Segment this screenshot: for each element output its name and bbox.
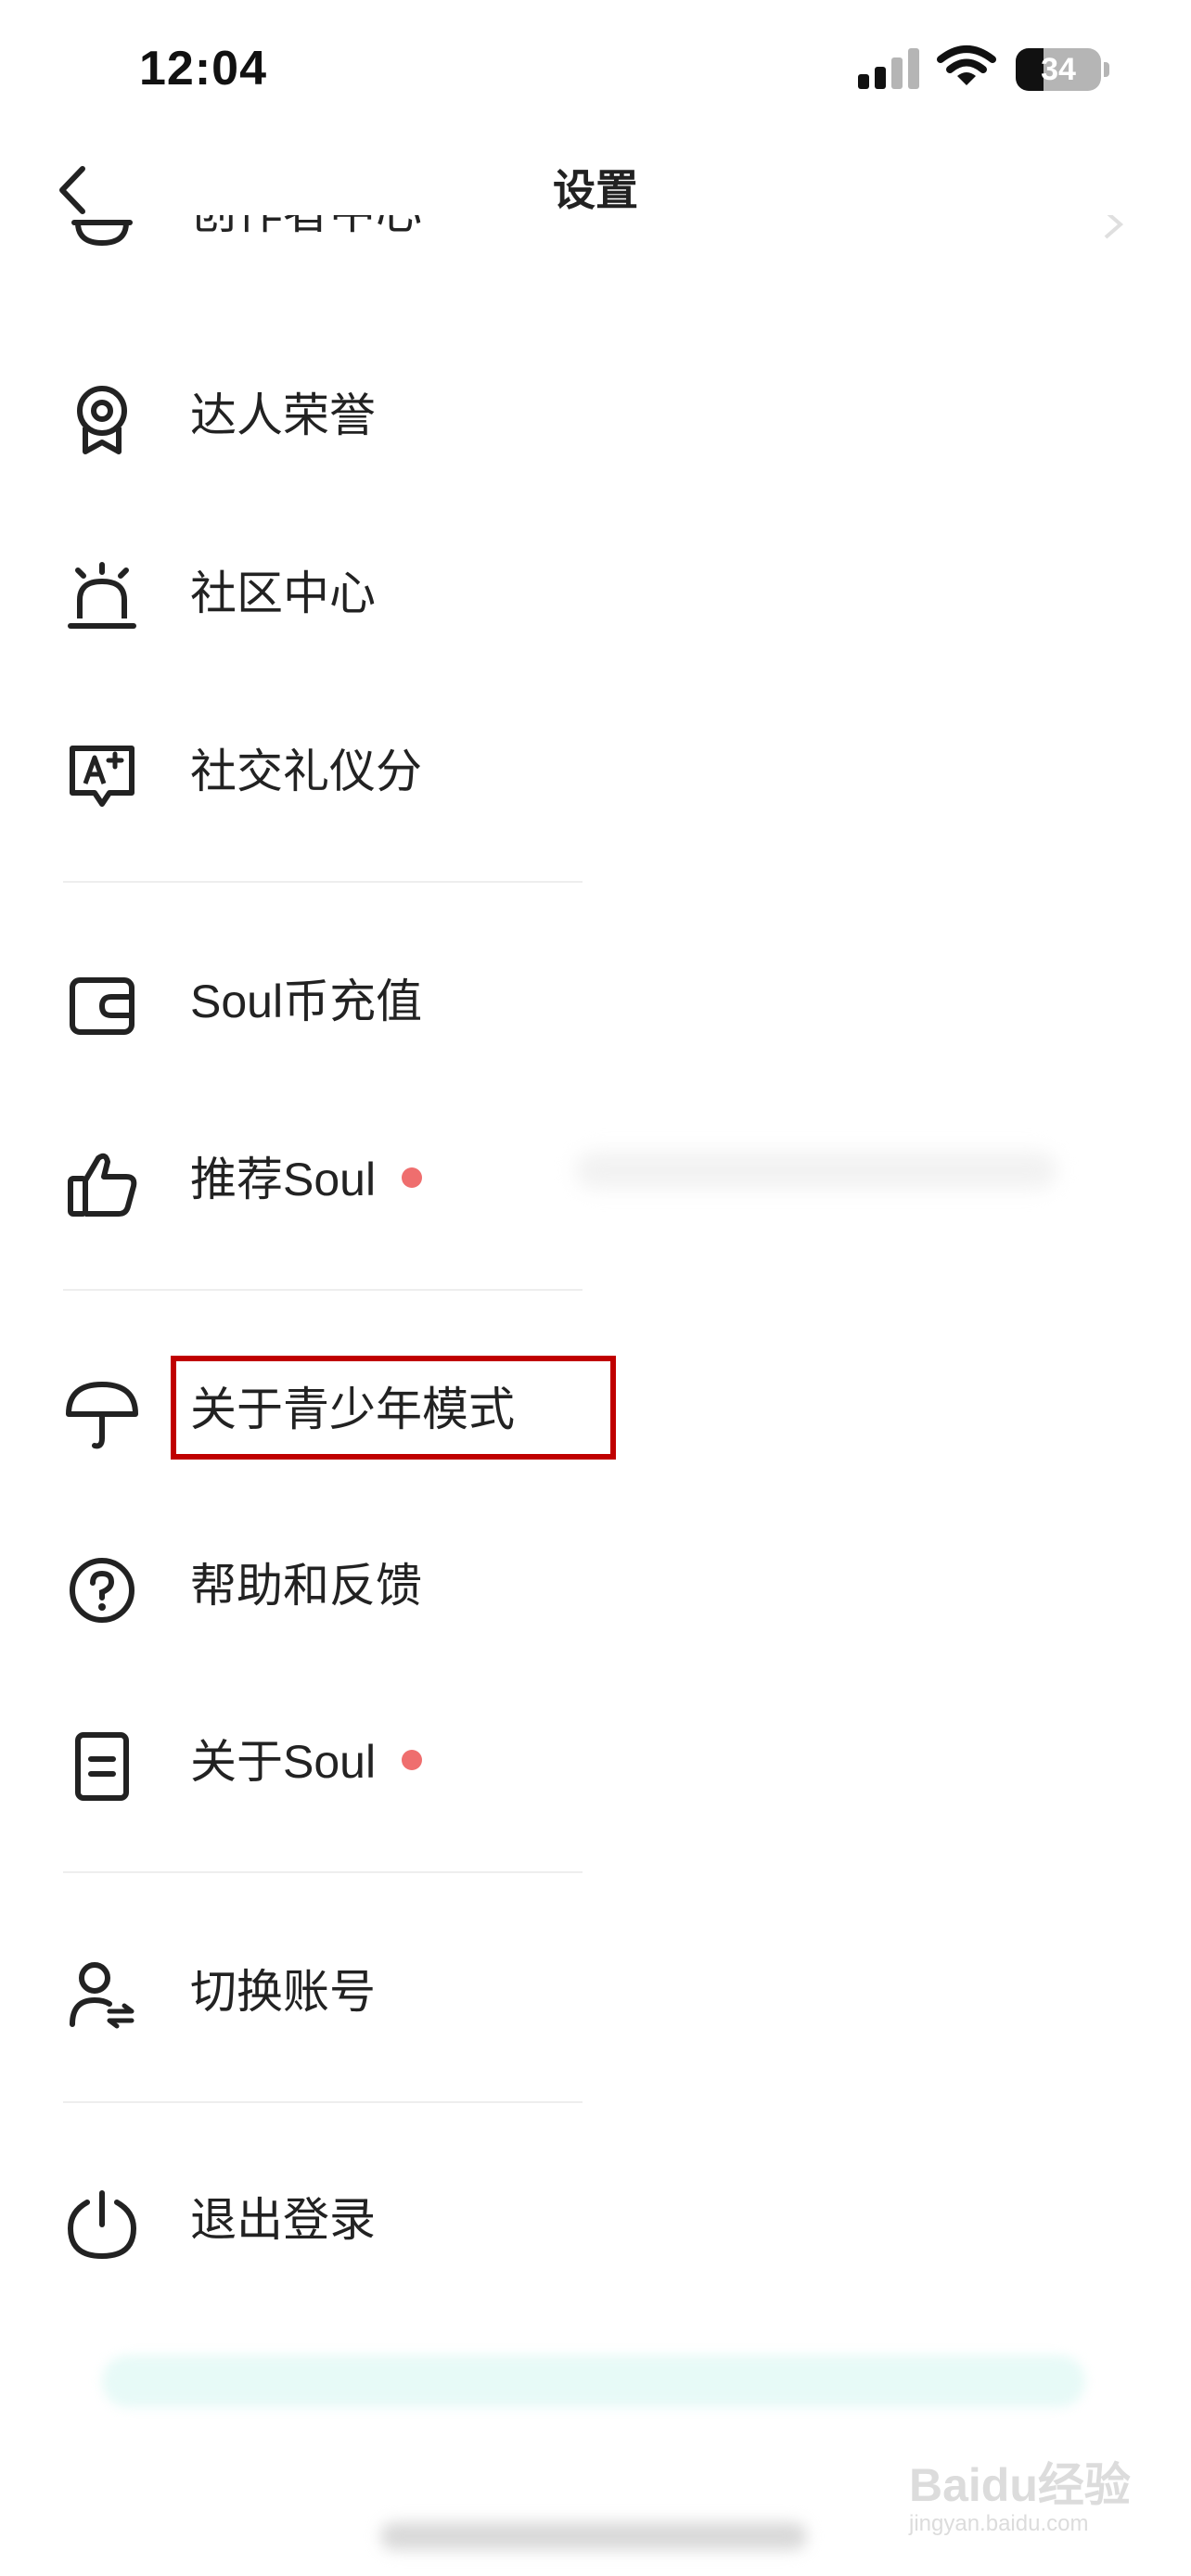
battery-level: 34 (1041, 52, 1076, 87)
thumbs-up-icon (68, 1153, 137, 1217)
list-item-about-soul[interactable]: 关于Soul (0, 1688, 1191, 1836)
watermark-logo: Baidu经验 jingyan.baidu.com (909, 2448, 1131, 2537)
list-item-label: 社交礼仪分 (190, 746, 422, 797)
document-icon (75, 1732, 129, 1801)
score-badge-icon (70, 746, 134, 807)
section-divider (63, 1871, 583, 1873)
list-item-logout[interactable]: 退出登录 (0, 2146, 1191, 2294)
question-circle-icon (70, 1558, 134, 1623)
power-icon (67, 2190, 137, 2260)
list-item-expert-honor[interactable]: 达人荣誉 (0, 341, 1191, 490)
status-bar: 12:04 34 (0, 0, 1191, 139)
list-item-help-feedback[interactable]: 帮助和反馈 (0, 1511, 1191, 1660)
watermark-subtext: jingyan.baidu.com (909, 2511, 1089, 2536)
section-divider (63, 881, 583, 883)
list-item-switch-account[interactable]: 切换账号 (0, 1918, 1191, 2066)
status-time: 12:04 (139, 42, 267, 96)
list-item-partial[interactable]: 创作者中心 (0, 215, 1191, 261)
list-item-label: 关于Soul (190, 1688, 423, 1836)
umbrella-icon (66, 1382, 138, 1449)
creator-center-icon (71, 220, 133, 247)
highlight-box (171, 1356, 616, 1460)
page-title: 设置 (553, 166, 638, 214)
alarm-light-icon (68, 562, 136, 629)
watermark-text: Baidu经验 (909, 2459, 1131, 2511)
list-item-label: 切换账号 (190, 1966, 376, 2018)
list-item-text: 关于Soul (190, 1736, 377, 1788)
blurred-background-band (102, 2355, 1085, 2407)
list-item-label: 退出登录 (190, 2194, 376, 2246)
medal-icon (77, 386, 127, 454)
new-badge-dot (402, 1167, 423, 1188)
cellular-signal-icon (858, 48, 919, 89)
list-item-social-etiquette[interactable]: 社交礼仪分 (0, 697, 1191, 846)
list-item-label: 推荐Soul (190, 1105, 423, 1254)
list-item-label: 帮助和反馈 (190, 1560, 422, 1612)
wallet-icon (70, 977, 134, 1035)
section-divider (63, 2101, 583, 2103)
list-item-label: 达人荣誉 (190, 389, 376, 441)
section-divider (63, 1289, 583, 1291)
switch-account-icon (70, 1962, 134, 2029)
list-item-soul-coin-recharge[interactable]: Soul币充值 (0, 927, 1191, 1076)
list-item-label: 社区中心 (190, 567, 376, 619)
chevron-right-icon (1104, 215, 1124, 239)
new-badge-dot (402, 1749, 423, 1770)
blurred-background-text (575, 1152, 1057, 1189)
wifi-icon (937, 45, 996, 85)
list-item-label: Soul币充值 (190, 976, 423, 1027)
home-indicator[interactable] (380, 2522, 807, 2550)
list-item-text: 推荐Soul (190, 1154, 377, 1205)
battery-indicator: 34 (1016, 48, 1109, 91)
list-item-community-center[interactable]: 社区中心 (0, 519, 1191, 668)
list-item-label: 创作者中心 (190, 215, 422, 245)
